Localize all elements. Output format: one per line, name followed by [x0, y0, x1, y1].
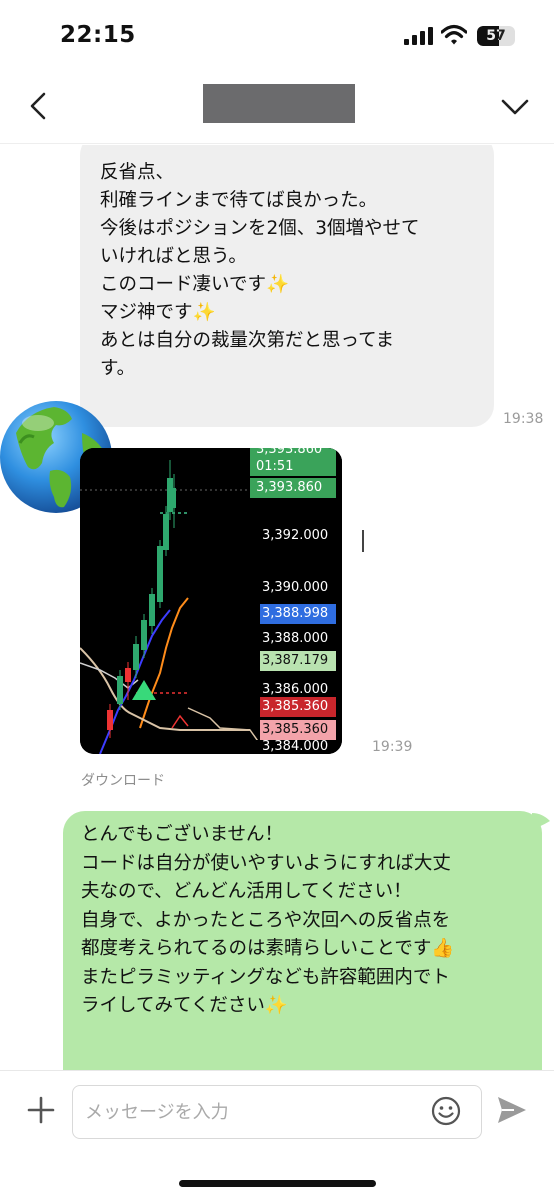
- chevron-down-icon[interactable]: [498, 90, 532, 122]
- battery-level: 57: [486, 28, 506, 44]
- price-label: 3,393.860: [250, 448, 336, 458]
- price-label: 3,385.360: [260, 697, 336, 717]
- thumbs-up-emoji: 👍: [431, 938, 455, 959]
- price-label: 3,384.000: [250, 740, 336, 754]
- message-line-with-emoji: このコード凄いです✨: [100, 271, 474, 299]
- send-icon[interactable]: [496, 1095, 528, 1125]
- chevron-left-icon[interactable]: [24, 90, 56, 122]
- message-line: ライしてみてください: [81, 995, 265, 1016]
- sparkle-emoji: ✨: [264, 995, 288, 1016]
- message-line: 夫なので、どんどん活用してください！: [81, 881, 412, 902]
- battery-icon: 57: [477, 26, 515, 46]
- message-line: このコード凄いです: [100, 274, 266, 295]
- chart-image[interactable]: 3,393.860 01:51 3,393.860 3,392.000 3,39…: [80, 448, 342, 754]
- price-label: 3,388.000: [250, 629, 336, 649]
- message-line: コードは自分が使いやすいようにすれば大丈: [81, 852, 451, 874]
- wifi-icon: [441, 24, 467, 45]
- price-axis: 3,393.860 01:51 3,393.860 3,392.000 3,39…: [250, 448, 342, 754]
- message-line: 利確ラインまで待てば良かった。: [100, 190, 378, 211]
- sparkle-emoji: ✨: [192, 302, 216, 323]
- message-line: とんでもございません！: [81, 824, 284, 845]
- chart-image-divider: [362, 530, 364, 552]
- message-timestamp: 19:38: [503, 411, 544, 427]
- message-input[interactable]: [72, 1085, 482, 1139]
- message-line-with-emoji: マジ神です✨: [100, 299, 474, 327]
- message-line: 都度考えられてるのは素晴らしいことです: [81, 938, 432, 959]
- message-line: す。: [100, 358, 136, 379]
- message-line: 反省点、: [100, 162, 175, 183]
- message-line: 自身で、よかったところや次回への反省点を: [81, 909, 451, 931]
- message-line: 今後はポジションを2個、3個増やせて: [100, 218, 420, 239]
- message-line: あとは自分の裁量次第だと思ってま: [100, 330, 395, 351]
- status-bar: 22:15 57: [0, 0, 554, 72]
- home-indicator: [179, 1180, 376, 1187]
- price-label: 3,387.179: [260, 651, 336, 671]
- incoming-message-bubble[interactable]: 反省点、 利確ラインまで待てば良かった。 今後はポジションを2個、3個増やせて …: [80, 145, 494, 427]
- message-composer: [0, 1070, 554, 1199]
- price-label: 3,392.000: [250, 526, 336, 546]
- download-link[interactable]: ダウンロード: [81, 770, 165, 790]
- chat-title-redacted: [203, 84, 355, 123]
- price-label: 3,388.998: [260, 604, 336, 624]
- message-line: マジ神です: [100, 302, 193, 323]
- outgoing-message-bubble[interactable]: とんでもございません！ コードは自分が使いやすいようにすれば大丈 夫なので、どん…: [63, 811, 542, 1070]
- signal-icon: [404, 27, 433, 45]
- price-label: 01:51: [250, 458, 336, 476]
- image-timestamp: 19:39: [372, 739, 413, 755]
- price-label: 3,385.360: [260, 720, 336, 740]
- price-label: 3,390.000: [250, 578, 336, 598]
- chat-header: [0, 72, 554, 144]
- chat-area[interactable]: 反省点、 利確ラインまで待てば良かった。 今後はポジションを2個、3個増やせて …: [0, 145, 554, 1070]
- message-line: またピラミッティングなども許容範囲内でト: [81, 966, 450, 988]
- plus-icon[interactable]: [26, 1095, 56, 1125]
- chart-image-margin: [342, 448, 366, 754]
- status-time: 22:15: [60, 22, 136, 48]
- message-line: いければと思う。: [100, 246, 247, 267]
- sparkle-emoji: ✨: [265, 274, 289, 295]
- price-label: 3,393.860: [250, 478, 336, 498]
- message-line-with-emoji: ライしてみてください✨: [81, 992, 526, 1021]
- smile-icon[interactable]: [430, 1095, 462, 1127]
- message-line-with-emoji: 都度考えられてるのは素晴らしいことです👍: [81, 935, 526, 964]
